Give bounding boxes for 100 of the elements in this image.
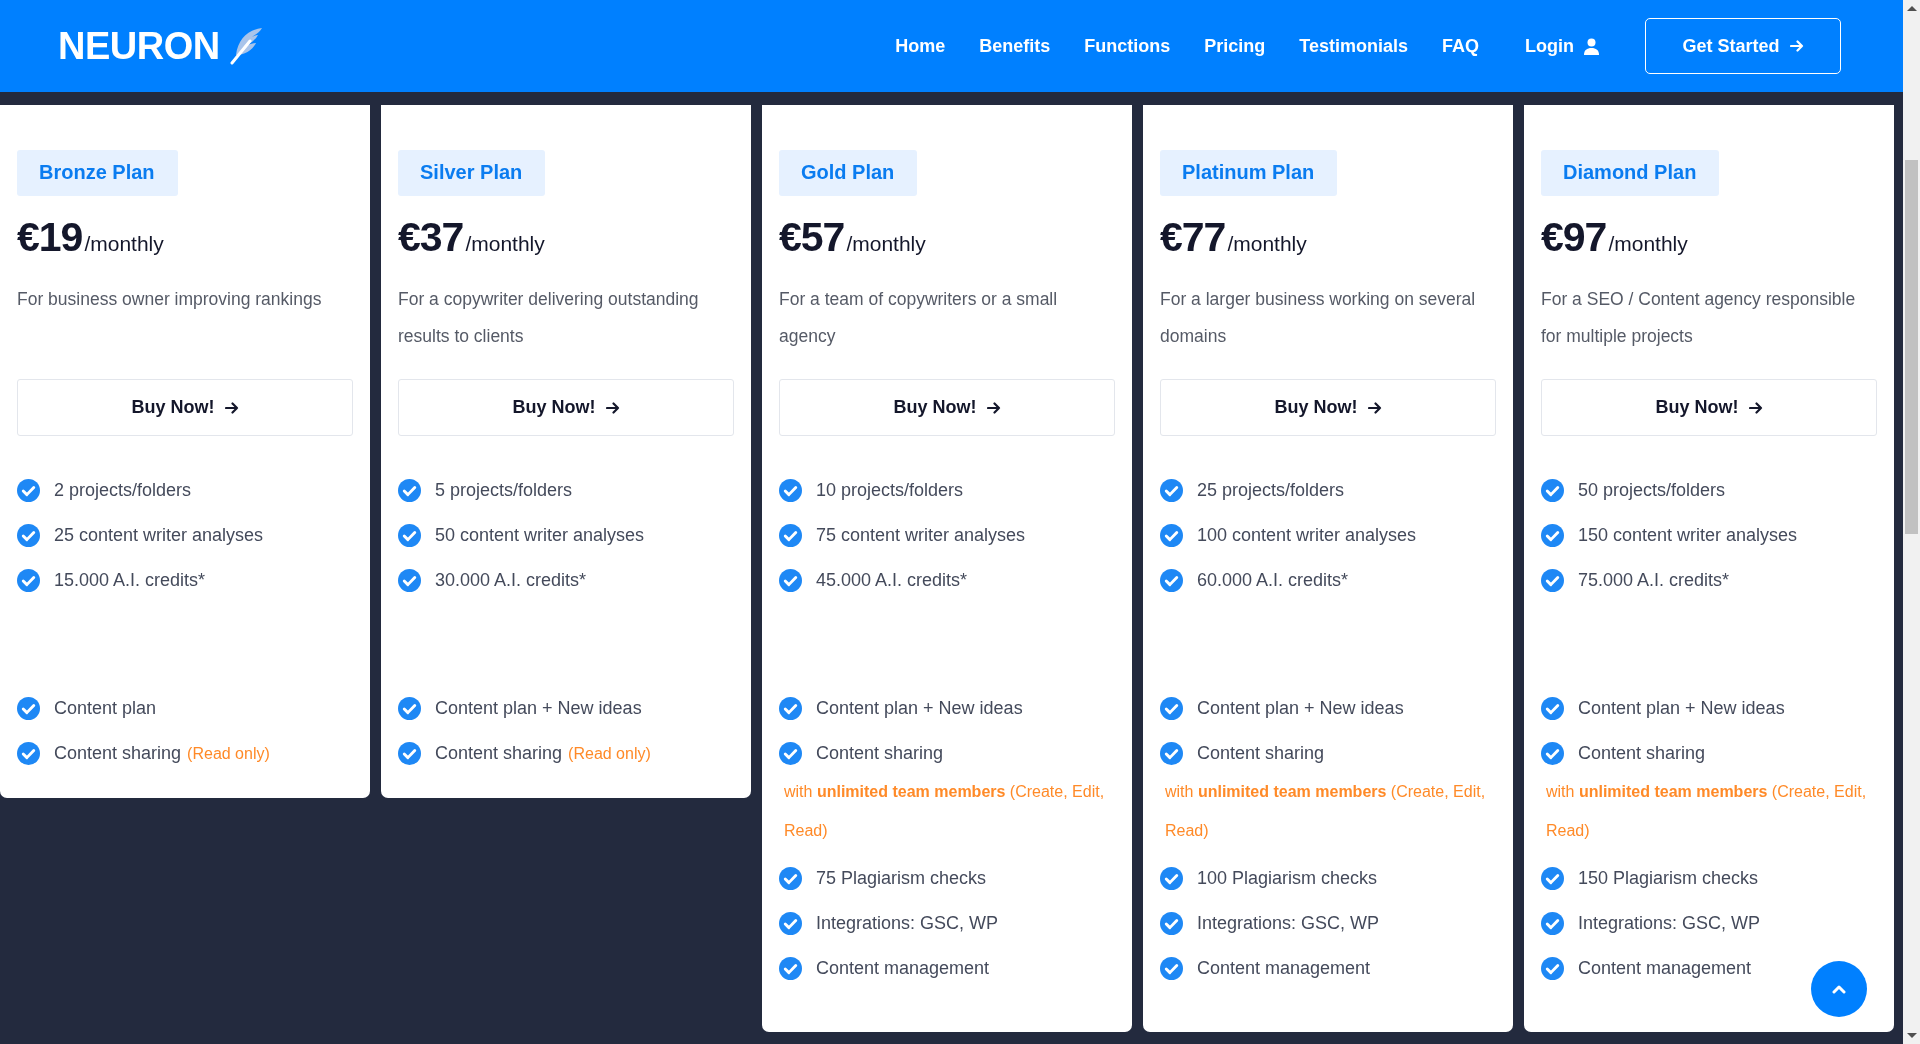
feature-text: 60.000 A.I. credits* — [1197, 570, 1349, 591]
feature-text: 75 content writer analyses — [816, 525, 1026, 546]
price-period: /monthly — [84, 232, 164, 256]
check-circle-icon — [398, 569, 421, 592]
nav-link[interactable]: Benefits — [979, 35, 1051, 57]
arrow-right-icon — [986, 401, 1001, 414]
feature-text: 75 Plagiarism checks — [816, 868, 987, 889]
arrow-right-icon — [224, 401, 239, 414]
feature-text: 150 content writer analyses — [1578, 525, 1798, 546]
plan-description: For a larger business working on several domains — [1160, 288, 1477, 348]
feature-text: 50 projects/folders — [1578, 480, 1726, 501]
feature-text: 30.000 A.I. credits* — [435, 570, 587, 591]
buy-now-button[interactable]: Buy Now! — [1541, 379, 1877, 436]
plan-price: €19 — [17, 214, 83, 261]
nav-link[interactable]: Functions — [1084, 35, 1171, 57]
nav-link[interactable]: Pricing — [1204, 35, 1266, 57]
feature-text: 75.000 A.I. credits* — [1578, 570, 1730, 591]
feature-text: Content sharing (Read only) — [54, 743, 270, 764]
check-circle-icon — [779, 479, 802, 502]
check-circle-icon — [17, 697, 40, 720]
feature-text: Content plan + New ideas — [1197, 698, 1404, 719]
feature-text: Content plan + New ideas — [816, 698, 1023, 719]
plan-description: For a copywriter delivering outstanding results to clients — [398, 288, 700, 348]
feature-text: Content sharing — [1197, 743, 1325, 764]
feature-text: 25 projects/folders — [1197, 480, 1345, 501]
buy-now-button[interactable]: Buy Now! — [17, 379, 353, 436]
plan-name: Gold Plan — [779, 150, 918, 196]
chevron-up-icon — [1832, 984, 1846, 994]
check-circle-icon — [1541, 742, 1564, 765]
feature-text: Content sharing (Read only) — [435, 743, 651, 764]
check-circle-icon — [17, 479, 40, 502]
check-circle-icon — [779, 912, 802, 935]
plan-name: Bronze Plan — [17, 150, 178, 196]
feature-note: with unlimited team members (Create, Edit, Read) — [783, 782, 1106, 841]
nav-link[interactable]: Testimonials — [1299, 35, 1408, 57]
check-circle-icon — [1160, 867, 1183, 890]
plan-description: For a SEO / Content agency responsible for multiple projects — [1541, 288, 1857, 348]
check-circle-icon — [1541, 957, 1564, 980]
feature-text: Content plan + New ideas — [1578, 698, 1785, 719]
nav-link[interactable]: FAQ — [1442, 35, 1479, 57]
check-circle-icon — [779, 697, 802, 720]
feature-text: 100 Plagiarism checks — [1197, 868, 1378, 889]
check-circle-icon — [779, 524, 802, 547]
nav-link[interactable]: Home — [895, 35, 946, 57]
check-circle-icon — [1541, 569, 1564, 592]
check-circle-icon — [779, 957, 802, 980]
logo-wordmark: NEURON — [58, 24, 220, 68]
check-circle-icon — [1541, 867, 1564, 890]
price-period: /monthly — [1227, 232, 1307, 256]
check-circle-icon — [17, 569, 40, 592]
feature-text: 150 Plagiarism checks — [1578, 868, 1759, 889]
feature-text: 50 content writer analyses — [435, 525, 645, 546]
check-circle-icon — [1160, 912, 1183, 935]
check-circle-icon — [779, 742, 802, 765]
check-circle-icon — [1541, 524, 1564, 547]
plan-price: €57 — [779, 214, 845, 261]
check-circle-icon — [1160, 697, 1183, 720]
feature-text: Integrations: GSC, WP — [1197, 913, 1380, 934]
arrow-right-icon — [1748, 401, 1763, 414]
feature-text: Content management — [1197, 958, 1371, 979]
user-icon — [1584, 37, 1599, 55]
arrow-right-icon — [1367, 401, 1382, 414]
plan-name: Platinum Plan — [1160, 150, 1338, 196]
feature-text: Content management — [816, 958, 990, 979]
feature-text: Content management — [1578, 958, 1752, 979]
buy-now-button[interactable]: Buy Now! — [398, 379, 734, 436]
buy-now-button[interactable]: Buy Now! — [779, 379, 1115, 436]
feature-text: 5 projects/folders — [435, 480, 573, 501]
plan-price: €97 — [1541, 214, 1607, 261]
feature-text: Content sharing — [1578, 743, 1706, 764]
feature-text: Content plan — [54, 698, 157, 719]
check-circle-icon — [398, 742, 421, 765]
arrow-right-icon — [1789, 40, 1804, 52]
plan-name: Silver Plan — [398, 150, 546, 196]
plan-name: Diamond Plan — [1541, 150, 1720, 196]
plan-price: €77 — [1160, 214, 1226, 261]
buy-now-button[interactable]: Buy Now! — [1160, 379, 1496, 436]
check-circle-icon — [398, 479, 421, 502]
check-circle-icon — [1160, 742, 1183, 765]
feature-text: 10 projects/folders — [816, 480, 964, 501]
price-period: /monthly — [1608, 232, 1688, 256]
check-circle-icon — [1541, 912, 1564, 935]
feature-text: Integrations: GSC, WP — [816, 913, 999, 934]
check-circle-icon — [398, 697, 421, 720]
check-circle-icon — [1160, 957, 1183, 980]
login-link[interactable]: Login — [1525, 35, 1599, 57]
price-period: /monthly — [846, 232, 926, 256]
feature-text: 15.000 A.I. credits* — [54, 570, 206, 591]
check-circle-icon — [779, 867, 802, 890]
feature-text: Content sharing — [816, 743, 944, 764]
check-circle-icon — [1541, 479, 1564, 502]
get-started-button[interactable]: Get Started — [1645, 18, 1841, 74]
check-circle-icon — [17, 742, 40, 765]
check-circle-icon — [779, 569, 802, 592]
feature-note: with unlimited team members (Create, Edit, Read) — [1164, 782, 1487, 841]
scrollbar[interactable] — [1903, 0, 1920, 1044]
check-circle-icon — [1160, 479, 1183, 502]
feature-note: with unlimited team members (Create, Edit, Read) — [1545, 782, 1868, 841]
check-circle-icon — [17, 524, 40, 547]
plan-price: €37 — [398, 214, 464, 261]
